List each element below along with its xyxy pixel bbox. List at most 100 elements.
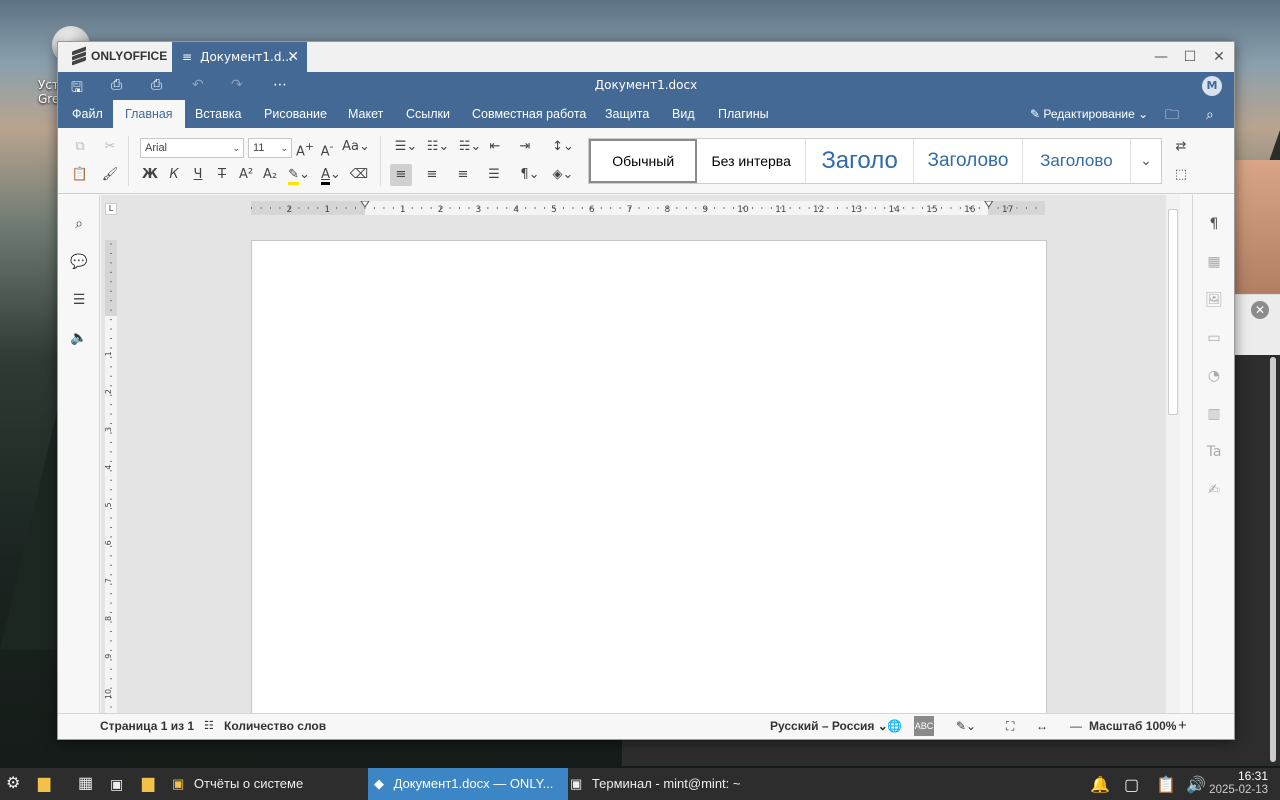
notifications-icon[interactable]: 🔔 (1090, 775, 1110, 795)
spell-check-icon[interactable]: ABC (914, 716, 934, 736)
bold-button[interactable]: Ж (139, 164, 161, 186)
paragraph-marks-icon[interactable]: ¶⌄ (516, 164, 544, 186)
style-heading-2[interactable]: Заголово (914, 139, 1023, 183)
align-right-icon[interactable]: ≡ (452, 164, 474, 186)
tab-file[interactable]: Файл (72, 100, 103, 128)
globe-icon[interactable]: 🌐 (887, 719, 902, 733)
maximize-icon[interactable]: ☐ (1179, 46, 1201, 68)
task-system-reports[interactable]: ▣ Отчёты о системе (172, 768, 303, 800)
close-icon[interactable]: ✕ (1251, 301, 1269, 319)
search-icon[interactable]: ⌕ (68, 213, 90, 235)
window-list-icon[interactable]: ▢ (1124, 775, 1139, 795)
header-footer-icon[interactable]: ▭ (1203, 327, 1225, 349)
avatar[interactable]: M (1202, 76, 1222, 96)
font-color-icon[interactable]: A⌄ (316, 164, 346, 186)
open-location-icon[interactable]: 🗀 (1165, 100, 1179, 128)
comments-icon[interactable]: 💬 (68, 251, 90, 273)
table-settings-icon[interactable]: ▦ (1203, 251, 1225, 273)
task-terminal[interactable]: ▣ Терминал - mint@mint: ~ (570, 768, 740, 800)
document-page[interactable] (251, 240, 1047, 713)
font-family-select[interactable]: Arial ⌄ (140, 138, 244, 158)
copy-icon[interactable]: ⧉ (69, 136, 91, 158)
tab-stop-button[interactable]: L (105, 203, 117, 215)
horizontal-ruler[interactable]: 2 1 1 2 3 4 5 6 7 8 9 10 11 12 13 14 15 16 17 (251, 201, 1045, 215)
style-normal[interactable]: Обычный (589, 139, 698, 183)
onlyoffice-logo[interactable]: ONLYOFFICE (72, 46, 167, 66)
clock[interactable]: 16:31 2025-02-13 (1209, 769, 1268, 797)
word-count[interactable]: Количество слов (224, 719, 326, 733)
tab-collaboration[interactable]: Совместная работа (472, 100, 586, 128)
terminal-launcher-icon[interactable]: ▣ (110, 768, 123, 800)
strikethrough-button[interactable]: Т (211, 164, 233, 186)
navigation-icon[interactable]: ☰ (68, 289, 90, 311)
tab-references[interactable]: Ссылки (406, 100, 450, 128)
style-heading-1[interactable]: Заголо (806, 139, 915, 183)
increase-font-icon[interactable]: A+ (294, 136, 316, 159)
image-settings-icon[interactable]: 🖼 (1203, 289, 1225, 311)
vertical-ruler[interactable]: 1 2 3 4 5 6 7 8 9 10 (105, 240, 117, 713)
minimize-icon[interactable]: — (1150, 46, 1172, 68)
style-no-spacing[interactable]: Без интерва (697, 139, 806, 183)
align-center-icon[interactable]: ≡ (421, 164, 443, 186)
style-heading-3[interactable]: Заголово (1023, 139, 1132, 183)
justify-icon[interactable]: ☰ (483, 164, 505, 186)
decrease-indent-icon[interactable]: ⇤ (484, 136, 506, 158)
files-icon[interactable]: ▆ (142, 768, 154, 800)
page-indicator[interactable]: Страница 1 из 1 (100, 719, 194, 733)
numbering-icon[interactable]: ☷⌄ (424, 136, 452, 158)
tab-layout[interactable]: Макет (348, 100, 383, 128)
terminal-scrollbar[interactable] (1270, 357, 1276, 762)
menu-icon[interactable]: ⚙ (6, 768, 20, 800)
task-onlyoffice[interactable]: ◆ Документ1.docx — ONLY... (368, 768, 568, 800)
line-spacing-icon[interactable]: ↕⌄ (548, 136, 578, 158)
document-tab[interactable]: ≡ Документ1.d... ✕ (172, 42, 307, 72)
increase-indent-icon[interactable]: ⇥ (514, 136, 536, 158)
bullets-icon[interactable]: ☰⌄ (392, 136, 420, 158)
apps-grid-icon[interactable]: ▦ (78, 768, 93, 800)
tab-plugins[interactable]: Плагины (718, 100, 769, 128)
indent-marker[interactable] (360, 201, 370, 208)
change-case-icon[interactable]: Aa⌄ (341, 136, 371, 158)
shape-settings-icon[interactable]: ◔ (1203, 365, 1225, 387)
underline-button[interactable]: Ч (187, 164, 209, 186)
scrollbar-thumb[interactable] (1168, 209, 1178, 415)
subscript-icon[interactable]: A₂ (259, 164, 281, 186)
tab-protection[interactable]: Защита (605, 100, 649, 128)
folder-icon[interactable]: ▆ (38, 768, 50, 800)
zoom-in-icon[interactable]: + (1178, 717, 1187, 734)
chevron-down-icon[interactable]: ⌄ (1131, 139, 1161, 183)
track-changes-icon[interactable]: ✎⌄ (956, 719, 976, 733)
cut-icon[interactable]: ✂ (99, 136, 121, 158)
paragraph-settings-icon[interactable]: ¶ (1203, 213, 1225, 235)
select-all-icon[interactable]: ⬚ (1170, 164, 1192, 186)
close-tab-icon[interactable]: ✕ (287, 49, 299, 65)
multilevel-list-icon[interactable]: ☵⌄ (456, 136, 484, 158)
indent-marker[interactable] (984, 201, 994, 208)
text-art-icon[interactable]: Ta (1203, 441, 1225, 463)
fit-width-icon[interactable]: ↔ (1036, 719, 1048, 733)
format-painter-icon[interactable]: 🖌 (99, 164, 121, 186)
paste-icon[interactable]: 📋 (69, 164, 91, 186)
zoom-out-icon[interactable]: — (1070, 719, 1082, 733)
tab-home[interactable]: Главная (113, 100, 185, 128)
speaker-icon[interactable]: 🔈 (68, 327, 90, 349)
close-window-icon[interactable]: ✕ (1208, 46, 1230, 68)
fit-page-icon[interactable]: ⛶ (1006, 719, 1014, 734)
superscript-icon[interactable]: A² (235, 164, 257, 186)
edit-mode-dropdown[interactable]: ✎ Редактирование ⌄ (1030, 100, 1148, 128)
italic-button[interactable]: К (163, 164, 185, 186)
clear-style-icon[interactable]: ⌫ (348, 164, 370, 186)
chart-settings-icon[interactable]: ▥ (1203, 403, 1225, 425)
signature-icon[interactable]: ✍ (1203, 479, 1225, 501)
volume-icon[interactable]: 🔊 (1186, 775, 1206, 795)
tab-insert[interactable]: Вставка (195, 100, 241, 128)
shading-icon[interactable]: ◈⌄ (548, 164, 578, 186)
highlight-color-icon[interactable]: ✎⌄ (284, 164, 314, 186)
vertical-scrollbar[interactable] (1166, 195, 1180, 713)
tab-draw[interactable]: Рисование (264, 100, 327, 128)
search-icon[interactable]: ⌕ (1206, 100, 1214, 128)
tab-view[interactable]: Вид (672, 100, 695, 128)
font-size-select[interactable]: 11 ⌄ (248, 138, 292, 158)
language-select[interactable]: Русский – Россия ⌄ (770, 719, 888, 733)
align-left-icon[interactable]: ≡ (390, 164, 412, 186)
